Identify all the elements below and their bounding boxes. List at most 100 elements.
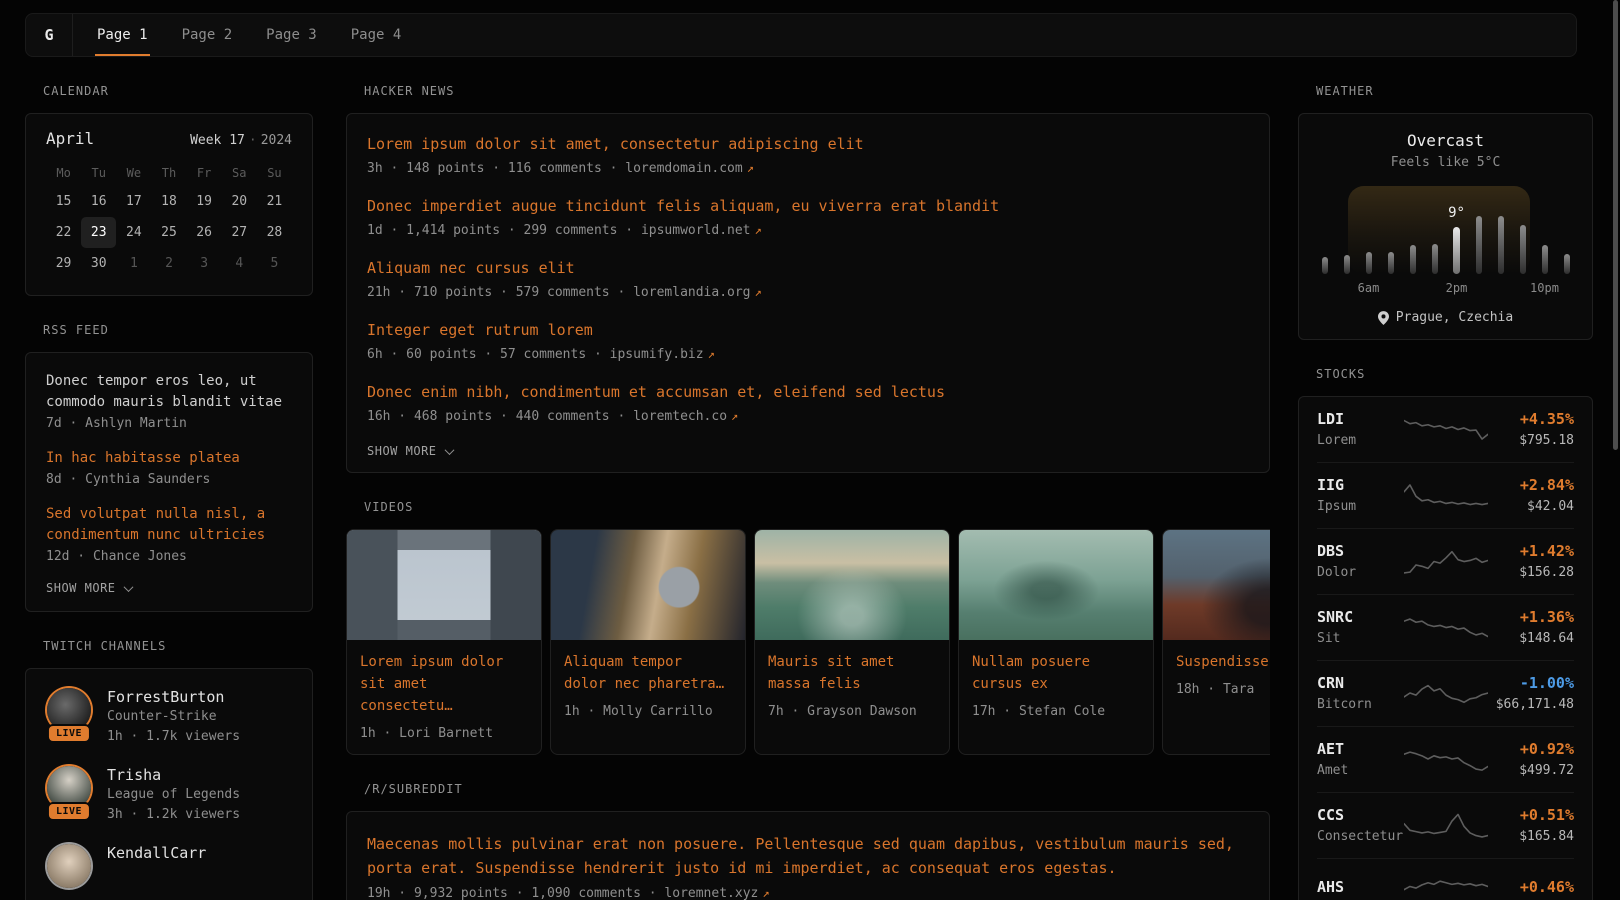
news-item: Lorem ipsum dolor sit amet, consectetur … xyxy=(367,134,1249,176)
stock-row[interactable]: LDILorem+4.35%$795.18 xyxy=(1317,397,1574,462)
video-card-body: Mauris sit amet massa felis7h · Grayson … xyxy=(755,640,949,732)
stock-sparkline xyxy=(1404,678,1488,708)
video-meta: 1h · Lori Barnett xyxy=(360,726,528,741)
stock-row[interactable]: CCSConsectetur +0.51%$165.84 xyxy=(1317,792,1574,858)
stock-price: $66,171.48 xyxy=(1488,697,1575,712)
news-item-title[interactable]: Aliquam nec cursus elit xyxy=(367,258,1249,279)
stock-price: $499.72 xyxy=(1488,763,1575,778)
news-item-domain: ipsumworld.net xyxy=(641,223,751,238)
channel-viewers: 3h · 1.2k viewers xyxy=(107,805,240,825)
bar xyxy=(1542,245,1548,274)
news-item-title[interactable]: Lorem ipsum dolor sit amet, consectetur … xyxy=(367,134,1249,155)
tab-page-2[interactable]: Page 2 xyxy=(180,14,235,56)
channel-info: ForrestBurtonCounter-Strike1h · 1.7k vie… xyxy=(107,687,240,747)
news-item-stats: 16h · 468 points · 440 comments · xyxy=(367,409,633,424)
external-link-icon: ↗ xyxy=(755,223,762,237)
news-item-title[interactable]: Integer eget rutrum lorem xyxy=(367,320,1249,341)
weather-location-row: Prague, Czechia xyxy=(1299,310,1592,325)
rss-item-meta: 8d · Cynthia Saunders xyxy=(46,472,292,487)
video-card[interactable]: Suspendisse diam 18h · Tara xyxy=(1162,529,1270,755)
news-item-title[interactable]: Donec imperdiet augue tincidunt felis al… xyxy=(367,196,1249,217)
weekday-label: Sa xyxy=(222,160,257,186)
weekday-label: Tu xyxy=(81,160,116,186)
rss-show-more-button[interactable]: SHOW MORE xyxy=(46,581,292,595)
video-card[interactable]: Mauris sit amet massa felis7h · Grayson … xyxy=(754,529,950,755)
channel-game: League of Legends xyxy=(107,785,240,805)
scrollbar-thumb[interactable] xyxy=(1613,0,1618,450)
scrollbar[interactable] xyxy=(1613,0,1619,900)
post-item-title[interactable]: Maecenas mollis pulvinar erat non posuer… xyxy=(367,832,1249,880)
weather-bars: 9° xyxy=(1321,182,1570,274)
hackernews-show-more-label: SHOW MORE xyxy=(367,444,437,458)
weekday-label: Su xyxy=(257,160,292,186)
stock-change: +0.46% xyxy=(1488,878,1575,897)
tab-page-4[interactable]: Page 4 xyxy=(349,14,404,56)
stock-price: $165.84 xyxy=(1488,829,1575,844)
video-card[interactable]: Lorem ipsum dolor sit amet consectetu… 1h… xyxy=(346,529,542,755)
hackernews-show-more-button[interactable]: SHOW MORE xyxy=(367,444,1249,458)
calendar-day: 3 xyxy=(187,248,222,279)
news-item-title[interactable]: Donec enim nibh, condimentum et accumsan… xyxy=(367,382,1249,403)
rss-item-title[interactable]: In hac habitasse platea xyxy=(46,448,292,469)
weather-hourly-chart: 9° xyxy=(1321,182,1570,274)
news-item-domain: loremlandia.org xyxy=(633,285,750,300)
stock-name: Amet xyxy=(1317,763,1404,778)
hackernews-widget: HACKER NEWS Lorem ipsum dolor sit amet, … xyxy=(346,84,1270,473)
rss-item-title[interactable]: Sed volutpat nulla nisl, a condimentum n… xyxy=(46,504,292,546)
video-card-body: Nullam posuere cursus ex17h · Stefan Col… xyxy=(959,640,1153,732)
bar xyxy=(1410,245,1416,274)
tab-page-3[interactable]: Page 3 xyxy=(264,14,319,56)
video-title[interactable]: Lorem ipsum dolor sit amet consectetu… xyxy=(360,654,503,714)
weekday-label: Mo xyxy=(46,160,81,186)
calendar-day: 20 xyxy=(222,186,257,217)
video-title[interactable]: Mauris sit amet massa felis xyxy=(768,654,894,692)
stock-row[interactable]: IIGIpsum+2.84%$42.04 xyxy=(1317,462,1574,528)
news-item-stats: 6h · 60 points · 57 comments · xyxy=(367,347,610,362)
tab-page-1[interactable]: Page 1 xyxy=(95,14,150,56)
calendar-day: 21 xyxy=(257,186,292,217)
video-card-body: Lorem ipsum dolor sit amet consectetu… 1h… xyxy=(347,640,541,754)
calendar-header: April Week 17·2024 xyxy=(46,129,292,148)
rss-item: In hac habitasse platea 8d · Cynthia Saun… xyxy=(46,448,292,487)
channel-game: Counter-Strike xyxy=(107,707,240,727)
video-title[interactable]: Nullam posuere cursus ex xyxy=(972,654,1090,692)
rss-widget: RSS FEED Donec tempor eros leo, ut commo… xyxy=(25,323,313,612)
channel-name: Trisha xyxy=(107,765,240,785)
calendar-day: 27 xyxy=(222,217,257,248)
news-item-stats: 21h · 710 points · 579 comments · xyxy=(367,285,633,300)
stock-id: CCSConsectetur xyxy=(1317,806,1404,844)
twitch-channel-row[interactable]: KendallCarr xyxy=(46,843,292,893)
video-title[interactable]: Suspendisse diam xyxy=(1176,654,1270,670)
stock-id: AHS xyxy=(1317,878,1404,897)
weather-bar xyxy=(1519,225,1526,274)
video-meta: 18h · Tara xyxy=(1176,682,1270,697)
stock-row[interactable]: SNRCSit+1.36%$148.64 xyxy=(1317,594,1574,660)
stock-id: IIGIpsum xyxy=(1317,476,1404,514)
channel-name: ForrestBurton xyxy=(107,687,240,707)
nav-divider xyxy=(72,14,73,56)
stock-name: Bitcorn xyxy=(1317,697,1404,712)
twitch-channel-row[interactable]: LIVEForrestBurtonCounter-Strike1h · 1.7k… xyxy=(46,687,292,747)
stock-row[interactable]: AETAmet+0.92%$499.72 xyxy=(1317,726,1574,792)
app-logo[interactable]: G xyxy=(26,14,72,56)
rss-item-title[interactable]: Donec tempor eros leo, ut commodo mauris… xyxy=(46,371,292,413)
stock-row[interactable]: DBSDolor+1.42%$156.28 xyxy=(1317,528,1574,594)
channel-info: KendallCarr xyxy=(107,843,206,893)
channel-info: TrishaLeague of Legends3h · 1.2k viewers xyxy=(107,765,240,825)
stock-values: +0.51%$165.84 xyxy=(1488,806,1575,844)
stock-row[interactable]: AHS +0.46% xyxy=(1317,858,1574,900)
video-card[interactable]: Aliquam tempor dolor nec pharetra… 1h · M… xyxy=(550,529,746,755)
stock-id: LDILorem xyxy=(1317,410,1404,448)
twitch-channel-row[interactable]: LIVETrishaLeague of Legends3h · 1.2k vie… xyxy=(46,765,292,825)
stock-symbol: DBS xyxy=(1317,542,1404,561)
subreddit-label: /R/SUBREDDIT xyxy=(364,782,1270,796)
stock-row[interactable]: CRNBitcorn-1.00%$66,171.48 xyxy=(1317,660,1574,726)
calendar-weekday-row: MoTuWeThFrSaSu xyxy=(46,160,292,186)
rss-item-meta: 7d · Ashlyn Martin xyxy=(46,416,292,431)
video-meta: 1h · Molly Carrillo xyxy=(564,704,732,719)
video-card[interactable]: Nullam posuere cursus ex17h · Stefan Col… xyxy=(958,529,1154,755)
video-title[interactable]: Aliquam tempor dolor nec pharetra… xyxy=(564,654,724,692)
weather-bar xyxy=(1321,257,1328,274)
twitch-label: TWITCH CHANNELS xyxy=(43,639,313,653)
stock-name: Dolor xyxy=(1317,565,1404,580)
